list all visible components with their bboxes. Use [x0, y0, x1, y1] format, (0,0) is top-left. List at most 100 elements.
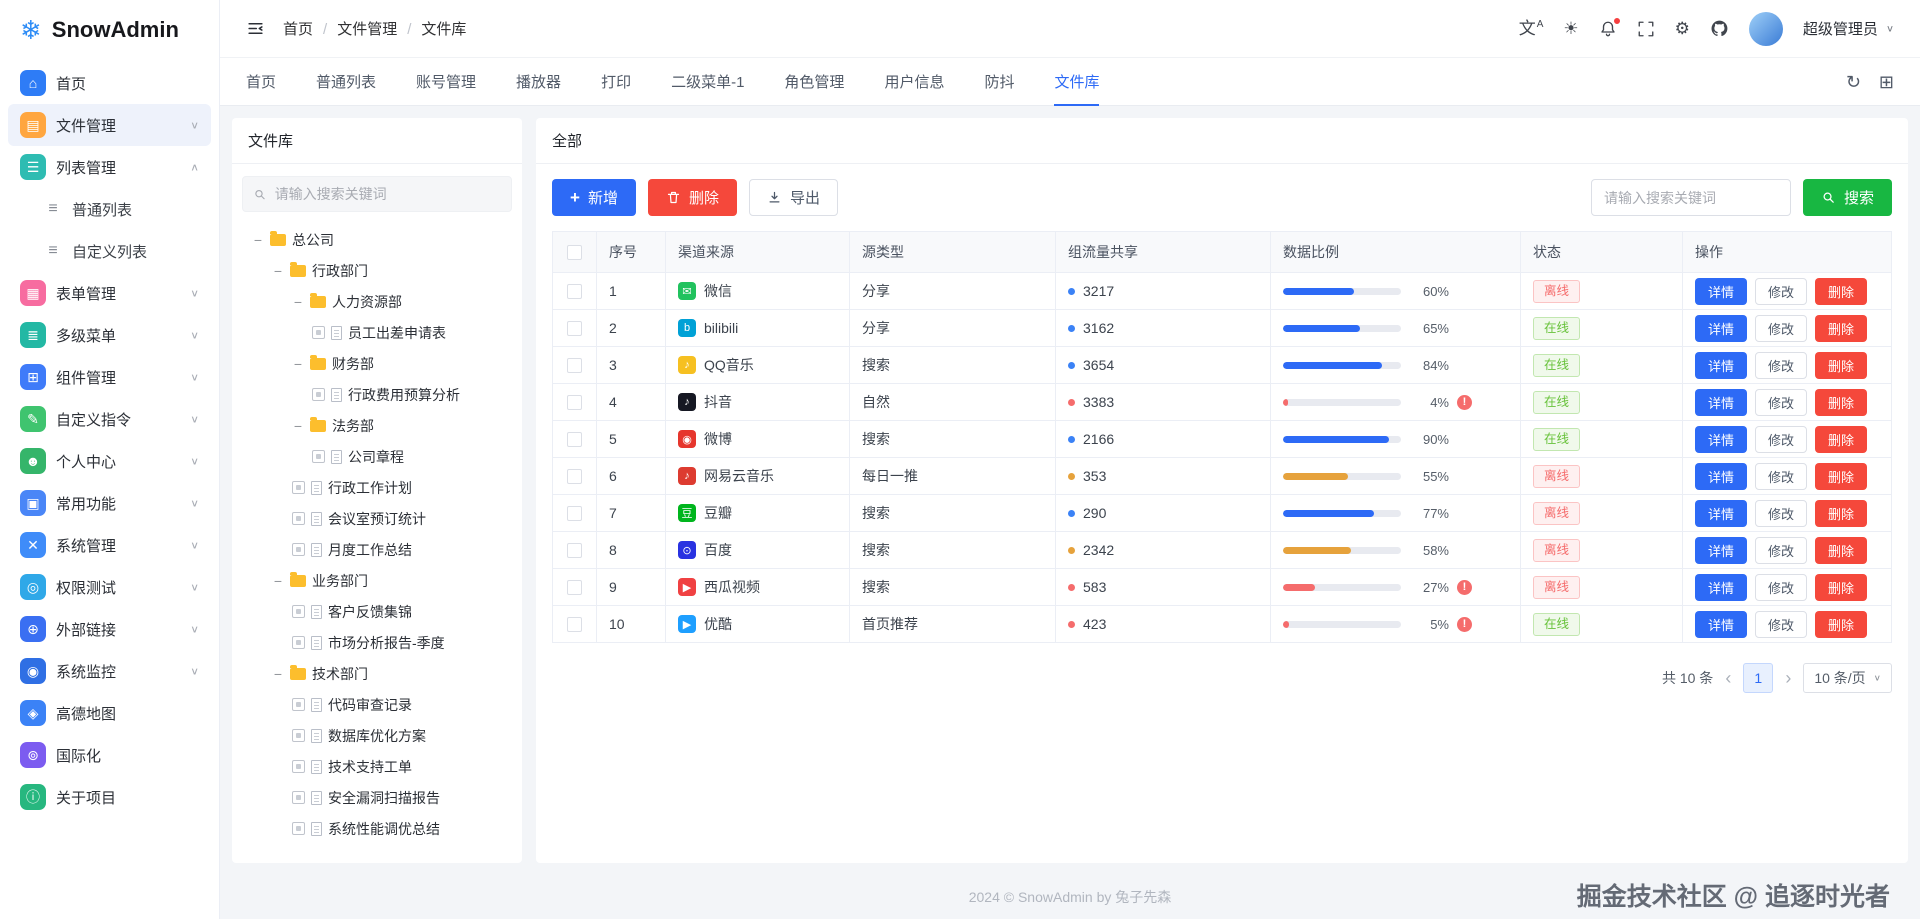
collapse-toggle-icon[interactable]: − [272, 666, 284, 682]
translate-icon[interactable]: 文A [1519, 19, 1544, 37]
tree-node[interactable]: 技术支持工单 [244, 751, 510, 782]
edit-button[interactable]: 修改 [1755, 277, 1808, 305]
detail-button[interactable]: 详情 [1695, 536, 1748, 564]
sidebar-item[interactable]: ◉ 系统监控 ∨ [8, 650, 211, 692]
edit-button[interactable]: 修改 [1755, 462, 1808, 490]
tab[interactable]: 账号管理 [416, 58, 476, 105]
detail-button[interactable]: 详情 [1695, 388, 1748, 416]
sidebar-item[interactable]: ⓘ 关于项目 [8, 776, 211, 818]
breadcrumb-item[interactable]: 文件管理 [313, 18, 397, 39]
tree-node[interactable]: − 技术部门 [244, 658, 510, 689]
edit-button[interactable]: 修改 [1755, 610, 1808, 638]
tree-node[interactable]: 月度工作总结 [244, 534, 510, 565]
edit-button[interactable]: 修改 [1755, 388, 1808, 416]
sidebar-item[interactable]: ☻ 个人中心 ∨ [8, 440, 211, 482]
tree-node[interactable]: − 法务部 [244, 410, 510, 441]
sidebar-item[interactable]: ⊕ 外部链接 ∨ [8, 608, 211, 650]
sidebar-item[interactable]: ⊞ 组件管理 ∨ [8, 356, 211, 398]
tree-node[interactable]: 安全漏洞扫描报告 [244, 782, 510, 813]
delete-button[interactable]: 删除 [647, 179, 737, 216]
user-menu[interactable]: 超级管理员 ∨ [1803, 18, 1894, 39]
avatar[interactable] [1748, 11, 1783, 46]
sidebar-item[interactable]: ◈ 高德地图 [8, 692, 211, 734]
row-checkbox[interactable] [567, 431, 582, 447]
sidebar-item[interactable]: ▣ 常用功能 ∨ [8, 482, 211, 524]
next-page-icon[interactable]: › [1785, 669, 1791, 687]
tree-node[interactable]: − 业务部门 [244, 565, 510, 596]
fullscreen-icon[interactable] [1637, 20, 1655, 38]
collapse-toggle-icon[interactable]: − [272, 263, 284, 279]
detail-button[interactable]: 详情 [1695, 351, 1748, 379]
row-checkbox[interactable] [567, 320, 582, 336]
tree-node[interactable]: − 行政部门 [244, 255, 510, 286]
delete-row-button[interactable]: 删除 [1815, 499, 1868, 527]
settings-gear-icon[interactable]: ⚙ [1675, 20, 1690, 37]
collapse-toggle-icon[interactable]: − [272, 573, 284, 589]
edit-button[interactable]: 修改 [1755, 536, 1808, 564]
tree-node[interactable]: − 财务部 [244, 348, 510, 379]
keyword-search-input[interactable] [1590, 179, 1791, 216]
select-all-checkbox[interactable] [567, 244, 582, 260]
theme-icon[interactable]: ☀ [1563, 20, 1578, 37]
edit-button[interactable]: 修改 [1755, 351, 1808, 379]
breadcrumb-item[interactable]: 文件库 [397, 18, 466, 39]
tree-node[interactable]: 代码审查记录 [244, 689, 510, 720]
github-icon[interactable] [1710, 19, 1729, 38]
tab[interactable]: 角色管理 [784, 58, 844, 105]
tab[interactable]: 播放器 [516, 58, 561, 105]
row-checkbox[interactable] [567, 579, 582, 595]
collapse-toggle-icon[interactable]: − [292, 294, 304, 310]
row-checkbox[interactable] [567, 357, 582, 373]
breadcrumb-item[interactable]: 首页 [283, 18, 313, 39]
detail-button[interactable]: 详情 [1695, 277, 1748, 305]
sidebar-item[interactable]: ≡ 自定义列表 [8, 230, 211, 272]
detail-button[interactable]: 详情 [1695, 314, 1748, 342]
tree-node[interactable]: 客户反馈集锦 [244, 596, 510, 627]
page-size-select[interactable]: 10 条/页 ∨ [1803, 663, 1892, 693]
sidebar-item[interactable]: ≣ 多级菜单 ∨ [8, 314, 211, 356]
refresh-icon[interactable]: ↻ [1846, 73, 1861, 91]
detail-button[interactable]: 详情 [1695, 610, 1748, 638]
detail-button[interactable]: 详情 [1695, 499, 1748, 527]
delete-row-button[interactable]: 删除 [1815, 610, 1868, 638]
tab[interactable]: 文件库 [1054, 58, 1100, 106]
sidebar-item[interactable]: ▦ 表单管理 ∨ [8, 272, 211, 314]
tab[interactable]: 首页 [246, 58, 276, 105]
collapse-toggle-icon[interactable]: − [252, 232, 264, 248]
sidebar-item[interactable]: ◎ 权限测试 ∨ [8, 566, 211, 608]
add-button[interactable]: + 新增 [552, 179, 636, 216]
delete-row-button[interactable]: 删除 [1815, 573, 1868, 601]
layout-grid-icon[interactable]: ⊞ [1879, 73, 1894, 91]
tree-node[interactable]: 行政费用预算分析 [244, 379, 510, 410]
edit-button[interactable]: 修改 [1755, 314, 1808, 342]
collapse-toggle-icon[interactable]: − [292, 418, 304, 434]
sidebar-item[interactable]: ⊚ 国际化 [8, 734, 211, 776]
detail-button[interactable]: 详情 [1695, 573, 1748, 601]
delete-row-button[interactable]: 删除 [1815, 536, 1868, 564]
detail-button[interactable]: 详情 [1695, 425, 1748, 453]
collapse-toggle-icon[interactable]: − [292, 356, 304, 372]
tab[interactable]: 防抖 [984, 58, 1014, 105]
row-checkbox[interactable] [567, 468, 582, 484]
tab[interactable]: 打印 [601, 58, 631, 105]
sidebar-item[interactable]: ▤ 文件管理 ∨ [8, 104, 211, 146]
edit-button[interactable]: 修改 [1755, 425, 1808, 453]
tree-node[interactable]: 系统性能调优总结 [244, 813, 510, 844]
edit-button[interactable]: 修改 [1755, 573, 1808, 601]
tree-node[interactable]: 行政工作计划 [244, 472, 510, 503]
tab[interactable]: 二级菜单-1 [671, 58, 744, 105]
delete-row-button[interactable]: 删除 [1815, 425, 1868, 453]
delete-row-button[interactable]: 删除 [1815, 277, 1868, 305]
page-number[interactable]: 1 [1743, 663, 1774, 693]
tab[interactable]: 普通列表 [316, 58, 376, 105]
sidebar-item[interactable]: ☰ 列表管理 ∧ [8, 146, 211, 188]
tree-node[interactable]: 公司章程 [244, 441, 510, 472]
tree-node[interactable]: − 总公司 [244, 224, 510, 255]
prev-page-icon[interactable]: ‹ [1725, 669, 1731, 687]
sidebar-item[interactable]: ✎ 自定义指令 ∨ [8, 398, 211, 440]
tree-node[interactable]: 数据库优化方案 [244, 720, 510, 751]
sidebar-item[interactable]: ⌂ 首页 [8, 62, 211, 104]
delete-row-button[interactable]: 删除 [1815, 462, 1868, 490]
tree-node[interactable]: 员工出差申请表 [244, 317, 510, 348]
tab[interactable]: 用户信息 [884, 58, 944, 105]
